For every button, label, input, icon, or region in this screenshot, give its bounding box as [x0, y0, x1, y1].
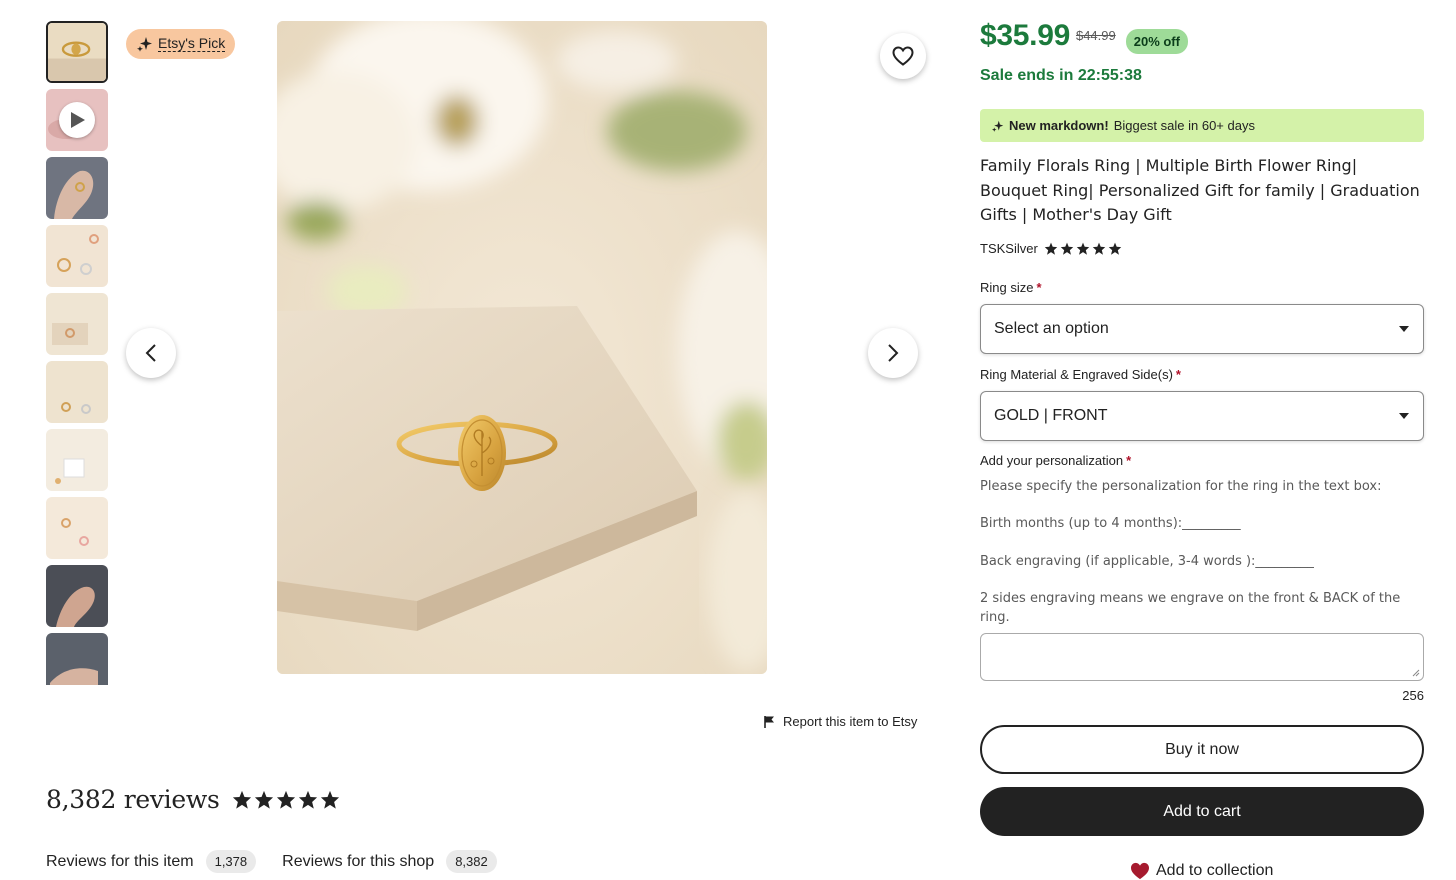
shop-name-link[interactable]: TSKSilver [980, 241, 1038, 256]
personalization-input[interactable] [980, 633, 1424, 681]
required-marker: * [1175, 367, 1181, 382]
report-label: Report this item to Etsy [783, 714, 918, 729]
add-to-collection-label: Add to collection [1156, 862, 1274, 879]
ring-size-value: Select an option [994, 320, 1109, 337]
markdown-headline: New markdown! [1009, 118, 1109, 133]
chevron-left-icon [145, 344, 156, 362]
add-to-cart-button[interactable]: Add to cart [980, 787, 1424, 836]
ring-size-label: Ring size * [980, 280, 1042, 295]
star-icon [1092, 242, 1106, 255]
sale-countdown: Sale ends in 22:55:38 [980, 67, 1142, 84]
caret-down-icon [1399, 413, 1409, 419]
thumbnail-image [46, 225, 108, 287]
reviews-count-title: 8,382 reviews [46, 785, 220, 814]
thumbnail-4[interactable] [46, 225, 108, 287]
personalization-instruction: Please specify the personalization for t… [980, 479, 1382, 494]
etsys-pick-label: Etsy's Pick [158, 35, 226, 52]
caret-down-icon [1399, 326, 1409, 332]
thumbnail-8[interactable] [46, 497, 108, 559]
markdown-banner: New markdown! Biggest sale in 60+ days [980, 109, 1424, 142]
shop-star-rating [1044, 242, 1122, 255]
star-icon [1044, 242, 1058, 255]
reviews-header: 8,382 reviews [46, 785, 340, 814]
markdown-text: Biggest sale in 60+ days [1113, 118, 1255, 133]
material-value: GOLD | FRONT [994, 407, 1108, 424]
previous-image-button[interactable] [126, 328, 176, 378]
resize-grip-icon[interactable] [1412, 669, 1420, 677]
reviews-tabs: Reviews for this item 1,378 Reviews for … [46, 850, 523, 873]
count-badge: 8,382 [446, 850, 497, 873]
chevron-right-icon [888, 344, 899, 362]
add-to-collection-button[interactable]: Add to collection [1130, 862, 1273, 880]
thumbnail-image [46, 293, 108, 355]
tab-reviews-shop[interactable]: Reviews for this shop 8,382 [282, 850, 497, 873]
material-label: Ring Material & Engraved Side(s) * [980, 367, 1181, 382]
play-icon [59, 102, 95, 138]
tab-reviews-item[interactable]: Reviews for this item 1,378 [46, 850, 257, 873]
tab-label: Reviews for this item [46, 852, 194, 870]
personalization-label: Add your personalization * [980, 453, 1131, 468]
product-photo [277, 21, 767, 674]
star-icon [276, 790, 295, 809]
ring-size-label-text: Ring size [980, 280, 1034, 295]
thumbnail-image [46, 157, 108, 219]
price-row: $35.99 $44.99 20% off [980, 19, 1188, 54]
thumbnail-9[interactable] [46, 565, 108, 627]
main-product-image[interactable] [277, 21, 767, 674]
thumbnail-6[interactable] [46, 361, 108, 423]
discount-badge: 20% off [1125, 29, 1188, 54]
thumbnail-image [46, 429, 108, 491]
sparkle-icon [137, 37, 152, 52]
etsys-pick-badge[interactable]: Etsy's Pick [126, 29, 236, 59]
count-badge: 1,378 [205, 850, 257, 873]
thumbnail-5[interactable] [46, 293, 108, 355]
thumbnail-3[interactable] [46, 157, 108, 219]
star-icon [1076, 242, 1090, 255]
reviews-star-rating [232, 790, 340, 809]
star-icon [232, 790, 251, 809]
heart-outline-icon [892, 46, 914, 66]
report-item-link[interactable]: Report this item to Etsy [764, 714, 917, 729]
personalization-instruction: 2 sides engraving means we engrave on th… [980, 591, 1401, 625]
favorite-button[interactable] [880, 33, 926, 79]
star-icon [298, 790, 317, 809]
thumbnail-7[interactable] [46, 429, 108, 491]
thumbnail-image [48, 23, 106, 81]
thumbnail-1[interactable] [46, 21, 108, 83]
ring-size-select[interactable]: Select an option [980, 304, 1424, 354]
required-marker: * [1126, 453, 1132, 468]
listing-title: Family Florals Ring | Multiple Birth Flo… [980, 156, 1420, 224]
thumbnail-image [46, 361, 108, 423]
next-image-button[interactable] [868, 328, 918, 378]
thumbnail-strip [46, 21, 108, 685]
thumbnail-image [46, 633, 108, 685]
sparkle-icon [992, 120, 1004, 132]
material-select[interactable]: GOLD | FRONT [980, 391, 1424, 441]
star-icon [254, 790, 273, 809]
material-label-text: Ring Material & Engraved Side(s) [980, 367, 1173, 382]
thumbnail-video[interactable] [46, 89, 108, 151]
character-counter: 256 [1402, 688, 1424, 703]
thumbnail-10[interactable] [46, 633, 108, 685]
heart-filled-icon [1131, 862, 1149, 880]
thumbnail-image [46, 565, 108, 627]
shop-info: TSKSilver [980, 241, 1122, 256]
flag-icon [764, 716, 774, 728]
personalization-label-text: Add your personalization [980, 453, 1124, 468]
required-marker: * [1036, 280, 1042, 295]
personalization-instruction: Back engraving (if applicable, 3-4 words… [980, 554, 1314, 569]
buy-it-now-button[interactable]: Buy it now [980, 725, 1424, 774]
star-icon [320, 790, 339, 809]
star-icon [1060, 242, 1074, 255]
thumbnail-image [46, 497, 108, 559]
tab-label: Reviews for this shop [282, 852, 435, 870]
personalization-instruction: Birth months (up to 4 months):_________ [980, 516, 1241, 531]
star-icon [1108, 242, 1122, 255]
sale-price: $35.99 [980, 19, 1070, 52]
original-price: $44.99 [1075, 28, 1116, 43]
